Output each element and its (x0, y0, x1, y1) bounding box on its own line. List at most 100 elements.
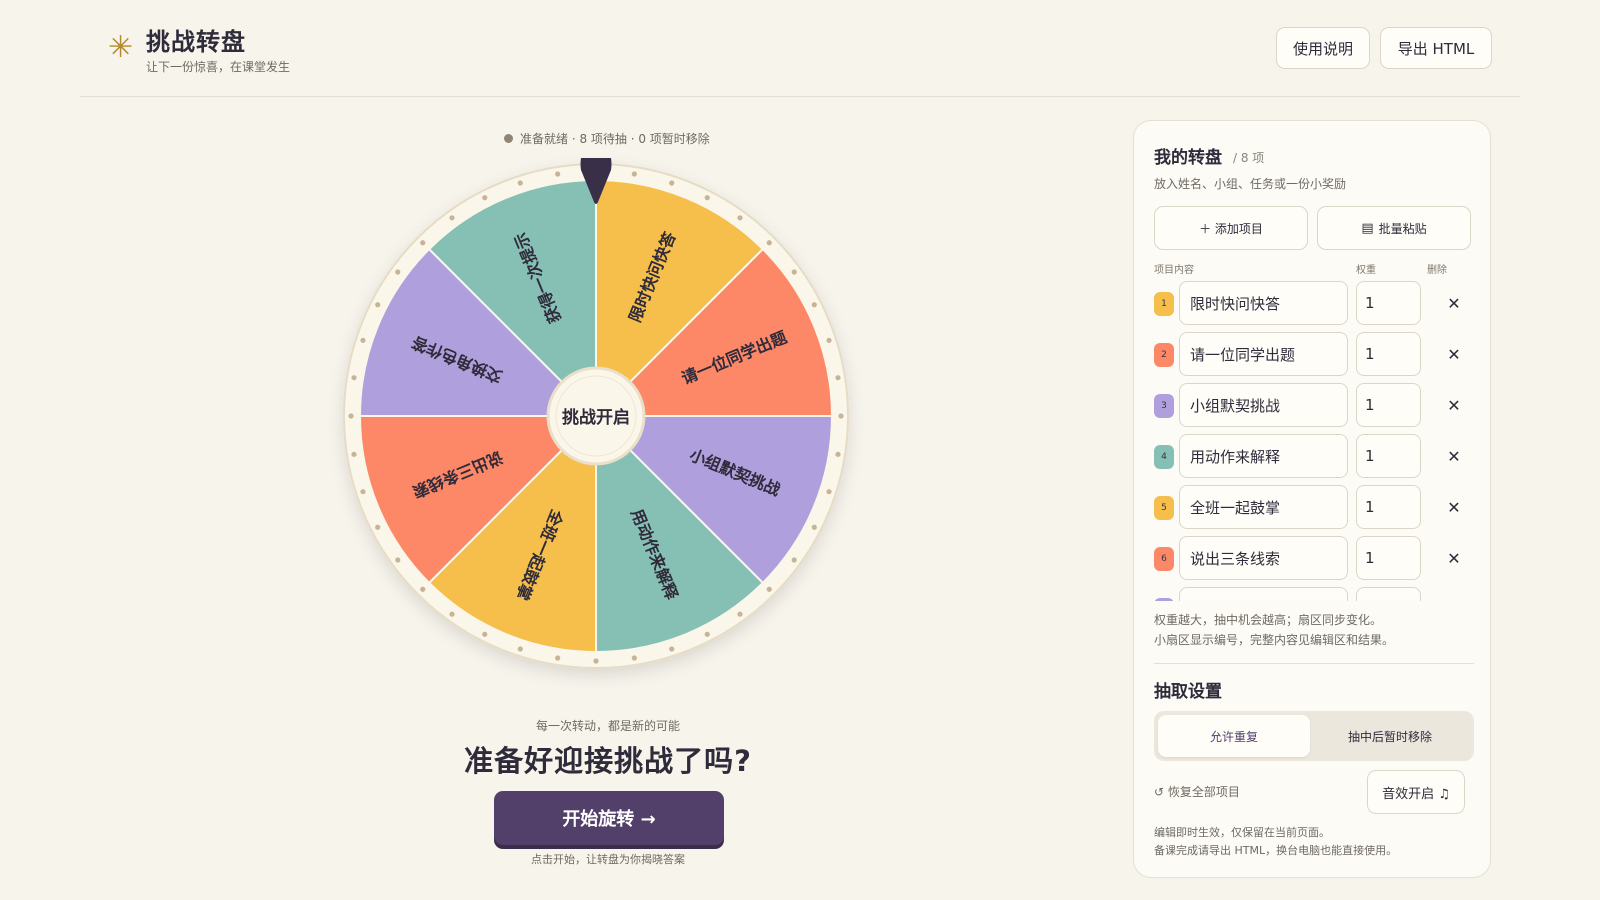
list-item: 7✕ (1154, 587, 1474, 601)
footer-note-1: 编辑即时生效，仅保留在当前页面。 (1154, 826, 1330, 839)
item-list[interactable]: 1✕2✕3✕4✕5✕6✕7✕ (1154, 281, 1474, 601)
mode-allow-repeat[interactable]: 允许重复 (1158, 715, 1310, 757)
rim-dot (791, 269, 797, 275)
item-count: / 8 项 (1233, 151, 1265, 165)
rim-dot (360, 337, 366, 343)
rim-dot (826, 337, 832, 343)
rim-dot (351, 451, 357, 457)
status-line: 准备就绪 · 8 项待抽 · 0 项暂时移除 (504, 130, 710, 147)
delete-item-icon[interactable]: ✕ (1442, 291, 1466, 315)
item-weight-input[interactable] (1356, 434, 1421, 478)
item-number-badge: 6 (1154, 547, 1174, 571)
col-header-content: 项目内容 (1154, 265, 1194, 276)
rim-dot (835, 451, 841, 457)
list-item: 6✕ (1154, 536, 1474, 587)
item-number-badge: 3 (1154, 394, 1174, 418)
export-html-button[interactable]: 导出 HTML (1380, 27, 1492, 69)
delete-item-icon[interactable]: ✕ (1442, 495, 1466, 519)
rim-dot (737, 611, 743, 617)
rim-dot (449, 215, 455, 221)
status-text: 准备就绪 · 8 项待抽 · 0 项暂时移除 (520, 132, 710, 146)
rim-dot (420, 240, 426, 246)
rim-dot (482, 195, 488, 201)
rim-dot (555, 655, 561, 661)
item-text-input[interactable] (1179, 383, 1348, 427)
rim-dot (811, 302, 817, 308)
col-header-delete: 删除 (1427, 265, 1447, 276)
rim-dot (766, 586, 772, 592)
rim-dot (669, 646, 675, 652)
rim-dot (482, 631, 488, 637)
rim-dot (838, 413, 844, 419)
rim-dot (826, 489, 832, 495)
delete-item-icon[interactable]: ✕ (1442, 342, 1466, 366)
item-weight-input[interactable] (1356, 281, 1421, 325)
item-text-input[interactable] (1179, 332, 1348, 376)
list-item: 5✕ (1154, 485, 1474, 536)
list-item: 3✕ (1154, 383, 1474, 434)
wheel-center-label: 挑战开启 (562, 407, 630, 428)
settings-title: 抽取设置 (1154, 682, 1222, 702)
rim-dot (517, 646, 523, 652)
rim-dot (375, 524, 381, 530)
weight-note: 权重越大，抽中机会越高；扇区同步变化。 (1154, 613, 1383, 627)
rim-dot (631, 655, 637, 661)
item-number-badge: 4 (1154, 445, 1174, 469)
rim-dot (375, 302, 381, 308)
start-spin-button[interactable]: 开始旋转 → (494, 791, 724, 845)
rim-dot (395, 557, 401, 563)
item-weight-input[interactable] (1356, 383, 1421, 427)
sparkle-logo-icon: ✳ (108, 30, 134, 65)
item-weight-input[interactable] (1356, 536, 1421, 580)
item-text-input[interactable] (1179, 485, 1348, 529)
list-item: 1✕ (1154, 281, 1474, 332)
rim-dot (348, 413, 354, 419)
item-weight-input[interactable] (1356, 332, 1421, 376)
rim-dot (704, 195, 710, 201)
rim-dot (791, 557, 797, 563)
bulk-paste-label: 批量粘贴 (1378, 221, 1427, 236)
rim-dot (669, 180, 675, 186)
prize-wheel[interactable]: 限时快问快答请一位同学出题小组默契挑战用动作来解释全班一起鼓掌说出三条线索交换角… (340, 158, 880, 700)
item-number-badge: 1 (1154, 292, 1174, 316)
app-title: 挑战转盘 (146, 28, 246, 56)
delete-item-icon[interactable]: ✕ (1442, 444, 1466, 468)
divider (1154, 663, 1474, 664)
list-item: 4✕ (1154, 434, 1474, 485)
delete-item-icon[interactable]: ✕ (1442, 546, 1466, 570)
rim-dot (395, 269, 401, 275)
item-weight-input[interactable] (1356, 587, 1421, 601)
rim-dot (593, 658, 599, 664)
rim-dot (835, 375, 841, 381)
status-dot-icon (504, 134, 513, 143)
rim-dot (737, 215, 743, 221)
delete-item-icon[interactable]: ✕ (1442, 597, 1466, 602)
rim-dot (766, 240, 772, 246)
item-text-input[interactable] (1179, 281, 1348, 325)
rim-dot (631, 171, 637, 177)
bulk-paste-button[interactable]: ▤ 批量粘贴 (1317, 206, 1471, 250)
rim-dot (360, 489, 366, 495)
item-text-input[interactable] (1179, 434, 1348, 478)
headline: 准备好迎接挑战了吗? (464, 744, 752, 778)
list-item: 2✕ (1154, 332, 1474, 383)
draw-mode-toggle: 允许重复 抽中后暂时移除 (1154, 711, 1474, 761)
sound-toggle-button[interactable]: 音效开启 ♫ (1367, 770, 1465, 814)
mode-remove-after-draw[interactable]: 抽中后暂时移除 (1314, 715, 1466, 757)
item-text-input[interactable] (1179, 536, 1348, 580)
rim-dot (517, 180, 523, 186)
help-button[interactable]: 使用说明 (1276, 27, 1370, 69)
rim-dot (704, 631, 710, 637)
item-weight-input[interactable] (1356, 485, 1421, 529)
item-text-input[interactable] (1179, 587, 1348, 601)
restore-all-link[interactable]: ↺ 恢复全部项目 (1154, 783, 1240, 800)
rim-dot (555, 171, 561, 177)
delete-item-icon[interactable]: ✕ (1442, 393, 1466, 417)
panel-title: 我的转盘 (1154, 148, 1222, 168)
add-item-button[interactable]: ＋ 添加项目 (1154, 206, 1308, 250)
rim-dot (811, 524, 817, 530)
editor-panel: 我的转盘 / 8 项 放入姓名、小组、任务或一份小奖励 ＋ 添加项目 ▤ 批量粘… (1133, 120, 1491, 878)
rim-dot (351, 375, 357, 381)
item-number-badge: 5 (1154, 496, 1174, 520)
app-header: ✳ 挑战转盘 让下一份惊喜，在课堂发生 使用说明 导出 HTML (80, 0, 1520, 97)
